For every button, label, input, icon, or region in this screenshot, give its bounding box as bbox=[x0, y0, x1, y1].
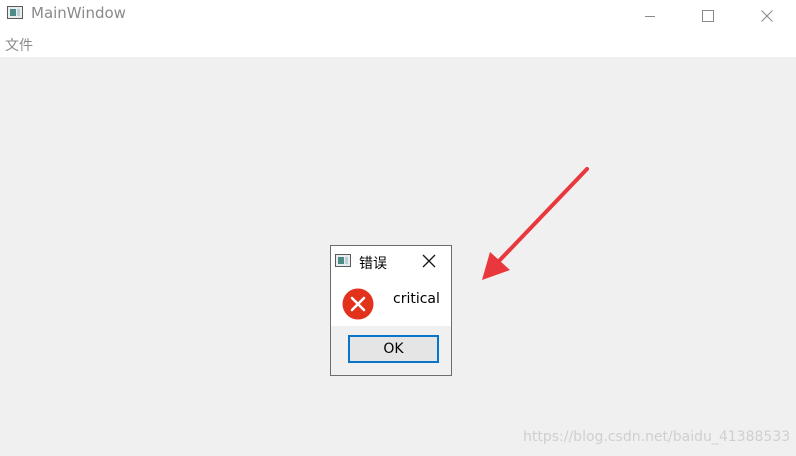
watermark: https://blog.csdn.net/baidu_41388533 bbox=[523, 429, 791, 445]
minimize-button[interactable] bbox=[627, 0, 673, 31]
dialog-close-button[interactable] bbox=[419, 252, 439, 270]
minimize-icon bbox=[645, 15, 655, 17]
annotation-arrow-icon bbox=[482, 167, 589, 280]
dialog-body: critical bbox=[331, 276, 451, 326]
menubar: 文件 bbox=[0, 31, 796, 57]
maximize-button[interactable] bbox=[685, 0, 731, 31]
window-titlebar[interactable]: MainWindow bbox=[0, 0, 796, 31]
dialog-message: critical bbox=[393, 291, 440, 307]
menu-item-file[interactable]: 文件 bbox=[5, 35, 33, 55]
close-button[interactable] bbox=[744, 0, 790, 31]
close-icon bbox=[761, 9, 773, 22]
dialog-title: 错误 bbox=[359, 256, 387, 272]
dialog-titlebar[interactable]: 错误 bbox=[331, 246, 451, 276]
close-icon bbox=[422, 254, 436, 268]
dialog-app-icon bbox=[335, 254, 351, 267]
maximize-icon bbox=[702, 9, 714, 22]
window-title: MainWindow bbox=[31, 4, 126, 22]
ok-button[interactable]: OK bbox=[348, 335, 439, 363]
error-dialog: 错误 critical OK bbox=[330, 245, 452, 376]
app-window-icon bbox=[7, 6, 23, 19]
critical-error-icon bbox=[342, 288, 374, 320]
dialog-button-area: OK bbox=[331, 326, 451, 375]
